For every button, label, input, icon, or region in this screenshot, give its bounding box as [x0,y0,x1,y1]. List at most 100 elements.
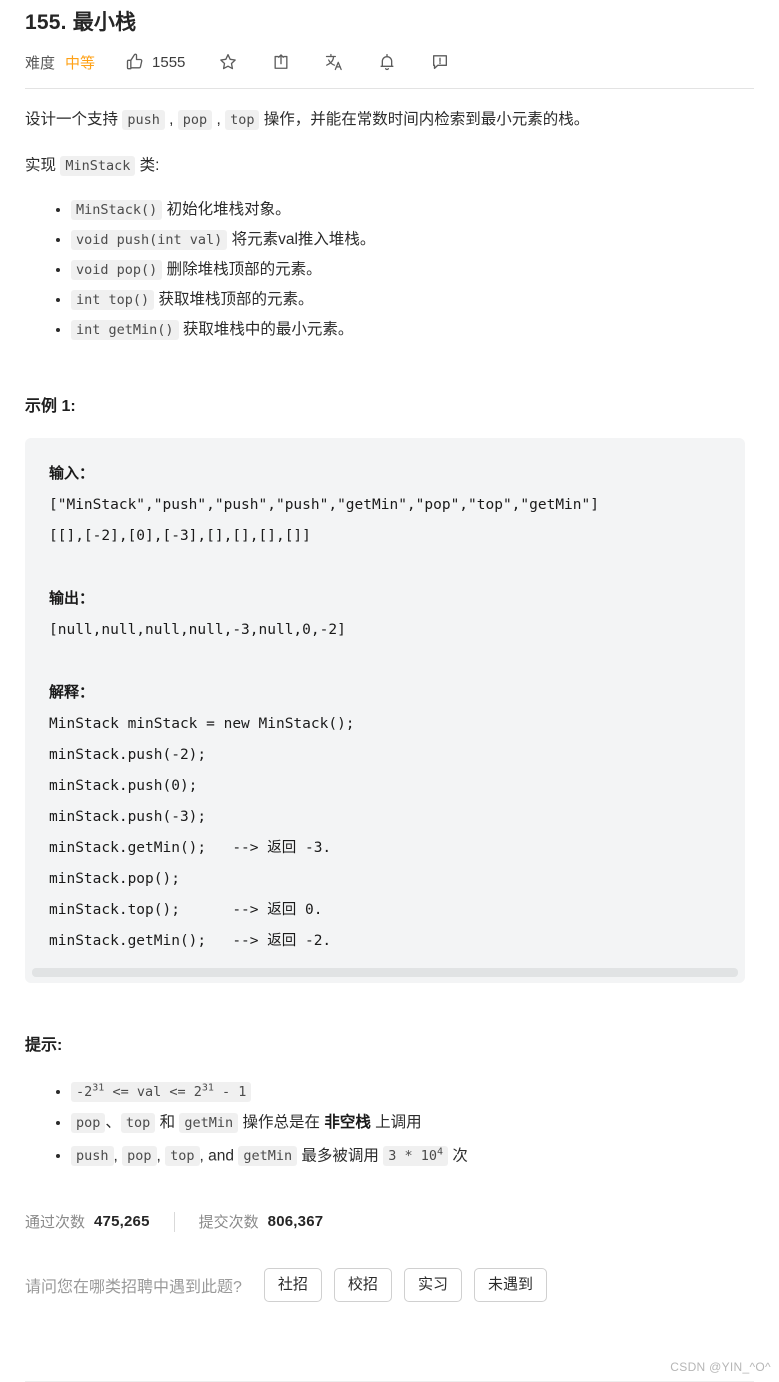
output-line: [null,null,null,null,-3,null,0,-2] [49,622,346,638]
problem-page: 155. 最小栈 难度 中等 1555 设计一个支持 push , pop , … [0,0,779,1382]
hints-list: -231 <= val <= 231 - 1 pop、top 和 getMin … [25,1073,754,1171]
star-icon [218,52,238,72]
share-button[interactable] [271,52,291,72]
input-line-2: [[],[-2],[0],[-3],[],[],[],[]] [49,528,311,544]
c-end: - 1 [213,1083,247,1100]
explanation-label: 解释： [49,684,95,701]
translate-icon [324,52,344,72]
explain-line: minStack.push(-3); [49,809,207,825]
like-count: 1555 [152,53,186,71]
inline-code-getmin: getMin [238,1146,298,1166]
explain-line: minStack.top(); --> 返回 0. [49,902,323,918]
explain-line: MinStack minStack = new MinStack(); [49,716,355,732]
accepted-count: 475,265 [94,1213,150,1230]
c-mid: <= val <= 2 [104,1083,202,1100]
list-item: void pop() 删除堆栈顶部的元素。 [71,255,754,284]
desc-text-a: 设计一个支持 [25,111,123,128]
method-signature: int getMin() [71,320,179,340]
hint-text: , [113,1147,123,1164]
code-horizontal-scrollbar[interactable] [32,968,738,977]
hints-heading: 提示: [25,1037,63,1054]
page-title: 155. 最小栈 [25,11,137,34]
poll-row: 请问您在哪类招聘中遇到此题? 社招 校招 实习 未遇到 [25,1268,754,1302]
feedback-icon [430,52,450,72]
hint-text: , [156,1147,166,1164]
list-item: void push(int val) 将元素val推入堆栈。 [71,225,754,254]
poll-option-campus-recruit[interactable]: 校招 [333,1268,392,1302]
method-signature: void pop() [71,260,163,280]
problem-meta-row: 难度 中等 1555 [25,43,754,81]
c-neg: -2 [76,1083,93,1100]
inline-code-top: top [120,1112,156,1133]
inline-code-top: top [165,1146,200,1166]
accepted-label: 通过次数 [25,1214,86,1231]
c-sup: 4 [437,1146,444,1158]
desc-sep-2: , [212,111,226,128]
inline-code-pop: pop [122,1146,157,1166]
explain-line: minStack.push(0); [49,778,198,794]
desc-sep-1: , [164,111,178,128]
inline-code-top: top [225,110,260,130]
list-item: int getMin() 获取堆栈中的最小元素。 [71,315,754,344]
list-item: int top() 获取堆栈顶部的元素。 [71,285,754,314]
feedback-button[interactable] [430,52,450,72]
poll-option-social-recruit[interactable]: 社招 [263,1268,322,1302]
output-label: 输出： [49,590,95,607]
method-description: 删除堆栈顶部的元素。 [162,261,322,278]
description-paragraph-1: 设计一个支持 push , pop , top 操作，并能在常数时间内检索到最小… [25,105,754,135]
method-description: 获取堆栈顶部的元素。 [154,291,314,308]
watermark: CSDN @YIN_^O^ [670,1360,771,1374]
inline-code-getmin: getMin [179,1112,239,1133]
method-description: 初始化堆栈对象。 [162,201,291,218]
inline-code-pop: pop [71,1112,106,1133]
explain-line: minStack.getMin(); --> 返回 -3. [49,840,332,856]
like-button[interactable]: 1555 [125,52,185,72]
hint-emphasis: 非空栈 [324,1113,371,1131]
favorite-button[interactable] [218,52,238,72]
example-code-block: 输入： ["MinStack","push","push","push","ge… [25,438,745,983]
c-num: 3 * 10 [388,1148,438,1164]
hint-text: 最多被调用 [297,1147,384,1164]
explain-line: minStack.pop(); [49,871,180,887]
constraint-call-limit: 3 * 104 [383,1146,449,1166]
submissions-label: 提交次数 [198,1214,259,1231]
c-sup-1: 31 [92,1082,105,1093]
poll-question: 请问您在哪类招聘中遇到此题? [25,1279,242,1296]
translate-button[interactable] [324,52,344,72]
header-divider [25,88,754,89]
stats-row: 通过次数 475,265 提交次数 806,367 [25,1211,754,1232]
stats-divider [173,1211,175,1232]
inline-code-pop: pop [177,110,213,130]
bell-icon [377,52,397,72]
notification-button[interactable] [377,52,397,72]
hint-text: 操作总是在 [238,1113,325,1131]
input-line-1: ["MinStack","push","push","push","getMin… [49,497,599,513]
method-signature: int top() [71,290,155,310]
input-label: 输入： [49,465,95,482]
hint-text: 次 [448,1147,468,1164]
poll-option-internship[interactable]: 实习 [403,1268,462,1302]
explain-line: minStack.push(-2); [49,747,207,763]
list-item: push, pop, top, and getMin 最多被调用 3 * 104… [71,1138,754,1172]
c-sup-2: 31 [201,1082,214,1093]
share-icon [271,52,291,72]
poll-option-not-encountered[interactable]: 未遇到 [473,1268,547,1302]
inline-code-push: push [122,110,165,130]
submissions-count: 806,367 [267,1213,324,1230]
desc-text-c: 实现 [25,157,61,174]
difficulty-value: 中等 [65,54,96,72]
method-signature: void push(int val) [71,230,228,250]
desc-text-b: 操作，并能在常数时间内检索到最小元素的栈。 [259,111,590,128]
hint-text: 上调用 [370,1113,422,1131]
description-paragraph-2: 实现 MinStack 类: [25,151,754,181]
hint-text: 和 [155,1113,180,1131]
inline-code-push: push [71,1146,114,1166]
example-heading: 示例 1: [25,398,76,415]
hint-text: , and [199,1147,239,1164]
list-item: MinStack() 初始化堆栈对象。 [71,195,754,224]
constraint-value-range: -231 <= val <= 231 - 1 [71,1081,252,1102]
method-description: 将元素val推入堆栈。 [227,231,376,248]
thumbs-up-icon [125,52,145,72]
explain-line: minStack.getMin(); --> 返回 -2. [49,933,332,949]
difficulty-label: 难度 [25,54,56,72]
